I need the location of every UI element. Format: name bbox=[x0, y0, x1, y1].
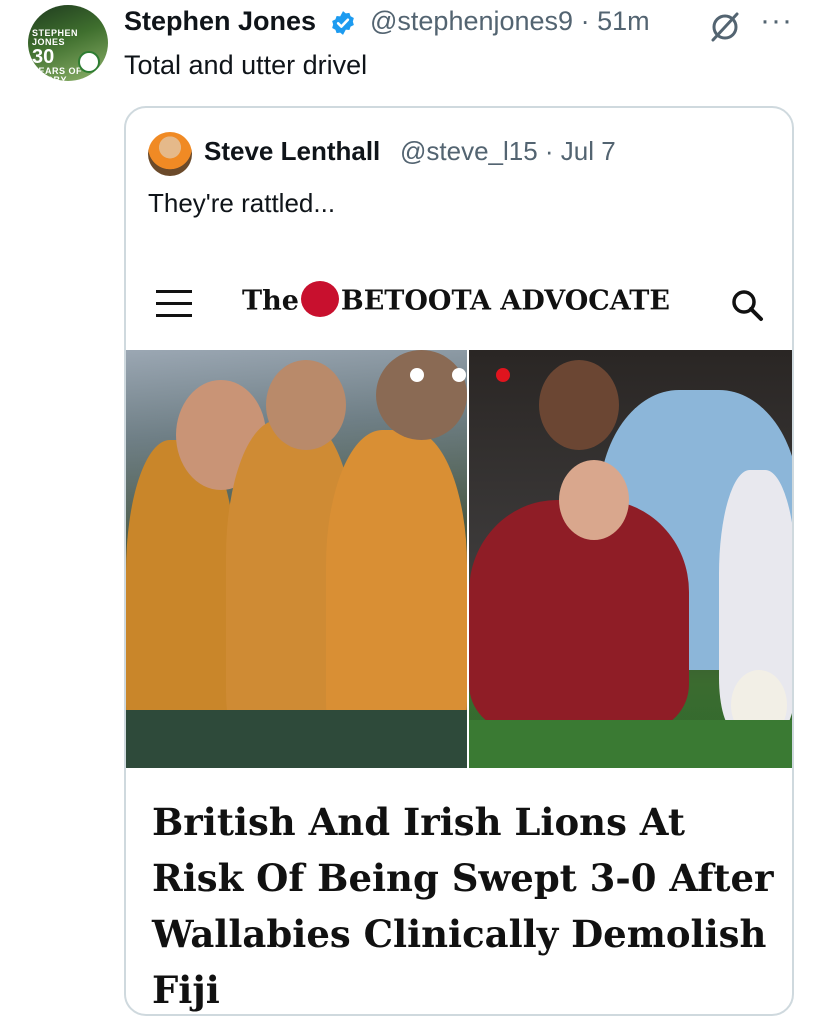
tweet-time[interactable]: 51m bbox=[597, 6, 650, 36]
handle-text: @stephenjones9 bbox=[370, 6, 574, 36]
more-options-button[interactable]: ··· bbox=[760, 4, 793, 38]
quoted-author-name[interactable]: Steve Lenthall bbox=[204, 136, 380, 167]
quoted-tweet[interactable]: Steve Lenthall @steve_l15 · Jul 7 They'r… bbox=[124, 106, 794, 1016]
article-image-right bbox=[469, 350, 792, 768]
search-icon[interactable] bbox=[730, 288, 764, 322]
author-handle[interactable]: @stephenjones9 · 51m bbox=[370, 6, 650, 37]
menu-icon[interactable] bbox=[156, 290, 192, 318]
article-header: The BETOOTA ADVOCATE bbox=[126, 258, 792, 350]
site-name: BETOOTA ADVOCATE bbox=[340, 285, 670, 317]
grok-icon[interactable] bbox=[708, 10, 742, 44]
quoted-handle-date: @steve_l15 · Jul 7 bbox=[400, 136, 616, 166]
image-indicator-dot bbox=[410, 368, 424, 382]
image-indicator-dot bbox=[496, 368, 510, 382]
avatar-text-small: STEPHEN JONES bbox=[32, 28, 79, 47]
image-indicator-dot bbox=[452, 368, 466, 382]
article-image-left bbox=[126, 350, 467, 768]
site-logo: The BETOOTA ADVOCATE bbox=[242, 281, 670, 320]
article-headline[interactable]: British And Irish Lions At Risk Of Being… bbox=[152, 794, 782, 1014]
article-image[interactable] bbox=[126, 350, 792, 768]
quoted-text: They're rattled... bbox=[148, 188, 336, 218]
logo-mark-icon bbox=[300, 281, 339, 317]
verified-badge-icon bbox=[332, 11, 354, 35]
avatar-badge bbox=[78, 51, 100, 73]
site-prefix: The bbox=[242, 285, 299, 317]
separator: · bbox=[580, 6, 590, 36]
quoted-avatar[interactable] bbox=[148, 132, 192, 176]
author-name[interactable]: Stephen Jones bbox=[124, 6, 316, 37]
avatar[interactable]: STEPHEN JONES 30 YEARS OF RUGBY bbox=[28, 5, 108, 81]
tweet-text: Total and utter drivel bbox=[124, 50, 368, 80]
